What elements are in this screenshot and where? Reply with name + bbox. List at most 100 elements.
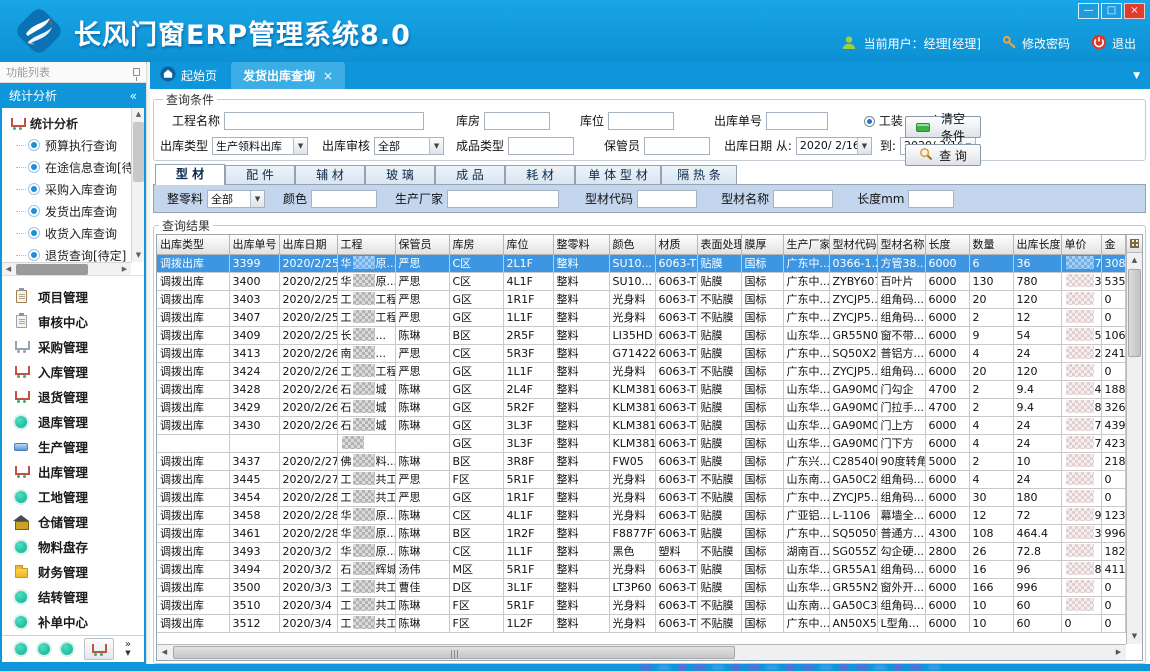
table-row[interactable]: 调拨出库34302020/2/26石城陈琳G区3L3F整料KLM38176063… xyxy=(157,416,1125,434)
table-row[interactable]: 调拨出库34072020/2/25工工程严思G区1L1F整料光身料6063-T5… xyxy=(157,308,1125,326)
sidebar-item-生产管理[interactable]: 生产管理 xyxy=(2,434,144,459)
tree-item[interactable]: 预算执行查询 xyxy=(2,134,131,156)
scroll-up-icon[interactable]: ▲ xyxy=(1127,253,1142,268)
column-header-库位[interactable]: 库位 xyxy=(503,235,553,254)
tree-item[interactable]: 退货查询[待定] xyxy=(2,244,131,262)
table-row[interactable]: 调拨出库34932020/3/2华原...陈琳C区1L1F整料黑色塑料不贴膜国标… xyxy=(157,542,1125,560)
bottom-teal-circle-icon[interactable] xyxy=(61,643,73,655)
sidebar-item-采购管理[interactable]: 采购管理 xyxy=(2,334,144,359)
table-row[interactable]: 调拨出库34242020/2/26工工程严思G区1L1F整料光身料6063-T5… xyxy=(157,362,1125,380)
table-row[interactable]: 调拨出库35002020/3/3工共工程曹佳D区3L1F整料LT3P606063… xyxy=(157,578,1125,596)
column-header-整零料[interactable]: 整零料 xyxy=(553,235,609,254)
tab-home[interactable]: 起始页 xyxy=(150,62,231,89)
sidebar-item-补单中心[interactable]: 补单中心 xyxy=(2,609,144,634)
sidebar-item-物料盘存[interactable]: 物料盘存 xyxy=(2,534,144,559)
column-header-型材名称[interactable]: 型材名称 xyxy=(877,235,925,254)
sidebar-item-工地管理[interactable]: 工地管理 xyxy=(2,484,144,509)
table-row[interactable]: 调拨出库34582020/2/28华原...陈琳C区4L1F整料光身料6063-… xyxy=(157,506,1125,524)
material-tab-辅材[interactable]: 辅 材 xyxy=(295,165,365,185)
table-row[interactable]: G区3L3F整料KLM38176063-T5贴膜国标山东华...GA90M09.… xyxy=(157,434,1125,452)
sidebar-item-退货管理[interactable]: 退货管理 xyxy=(2,384,144,409)
column-header-出库日期[interactable]: 出库日期 xyxy=(279,235,337,254)
material-tab-隔热条[interactable]: 隔 热 条 xyxy=(661,165,737,185)
out-type-select[interactable]: 生产领料出库 ▼ xyxy=(212,137,308,155)
clear-conditions-button[interactable]: 清空条件 xyxy=(905,116,981,138)
length-input[interactable] xyxy=(908,190,954,208)
tree-root-statistics[interactable]: 统计分析 xyxy=(2,112,131,134)
column-header-金[interactable]: 金 xyxy=(1101,235,1125,254)
scroll-down-icon[interactable]: ▼ xyxy=(132,249,144,262)
column-header-库房[interactable]: 库房 xyxy=(449,235,503,254)
column-header-出库单号[interactable]: 出库单号 xyxy=(229,235,279,254)
profile-name-input[interactable] xyxy=(773,190,833,208)
tab-overflow-icon[interactable]: ▼ xyxy=(1133,62,1150,89)
column-header-数量[interactable]: 数量 xyxy=(969,235,1013,254)
minimize-button[interactable]: — xyxy=(1078,3,1099,19)
table-row[interactable]: 调拨出库34372020/2/27佛料...陈琳B区3R8F整料FW056063… xyxy=(157,452,1125,470)
color-input[interactable] xyxy=(311,190,377,208)
table-row[interactable]: 调拨出库34132020/2/26南...严思C区5R3F整料G71422606… xyxy=(157,344,1125,362)
sidebar-item-项目管理[interactable]: 项目管理 xyxy=(2,284,144,309)
overflow-chevron[interactable]: »▼ xyxy=(125,641,131,657)
order-no-input[interactable] xyxy=(766,112,828,130)
table-row[interactable]: 调拨出库34542020/2/28工共工程严思G区1R1F整料光身料6063-T… xyxy=(157,488,1125,506)
whole-piece-select[interactable]: 全部 ▼ xyxy=(207,190,265,208)
scroll-right-icon[interactable]: ▶ xyxy=(1111,645,1126,660)
column-customize-button[interactable] xyxy=(1127,235,1142,253)
change-password-button[interactable]: 修改密码 xyxy=(1002,35,1070,53)
radio-industrial[interactable]: 工装 xyxy=(864,112,903,129)
material-tab-单体型材[interactable]: 单 体 型 材 xyxy=(575,165,661,185)
tree-horizontal-scrollbar[interactable]: ◀ ▶ xyxy=(2,262,131,275)
tree-item[interactable]: 收货入库查询 xyxy=(2,222,131,244)
search-button[interactable]: 查 询 xyxy=(905,144,981,166)
profile-code-input[interactable] xyxy=(637,190,697,208)
project-name-input[interactable] xyxy=(224,112,424,130)
column-header-颜色[interactable]: 颜色 xyxy=(609,235,655,254)
material-tab-配件[interactable]: 配 件 xyxy=(225,165,295,185)
table-row[interactable]: 调拨出库33992020/2/25华原...严思C区2L1F整料SU10...6… xyxy=(157,254,1125,272)
column-header-材质[interactable]: 材质 xyxy=(655,235,697,254)
tab-close-icon[interactable]: × xyxy=(323,69,333,83)
product-type-input[interactable] xyxy=(508,137,574,155)
column-header-表面处理[interactable]: 表面处理 xyxy=(697,235,741,254)
grid-horizontal-scrollbar[interactable]: ◀ ▶ xyxy=(157,644,1126,660)
table-row[interactable]: 调拨出库34282020/2/26石城陈琳G区2L4F整料KLM38176063… xyxy=(157,380,1125,398)
table-row[interactable]: 调拨出库35122020/3/4工共工程陈琳F区1L2F整料光身料6063-T5… xyxy=(157,614,1125,632)
tree-vertical-scrollbar[interactable]: ▲ ▼ xyxy=(131,108,144,262)
maker-input[interactable] xyxy=(447,190,559,208)
sidebar-item-出库管理[interactable]: 出库管理 xyxy=(2,459,144,484)
sidebar-item-结转管理[interactable]: 结转管理 xyxy=(2,584,144,609)
bottom-teal-circle-icon[interactable] xyxy=(15,643,27,655)
close-button[interactable]: × xyxy=(1124,3,1145,19)
pin-icon[interactable] xyxy=(133,68,140,76)
table-row[interactable]: 调拨出库34612020/2/28华原...陈琳B区1R2F整料F8877FT6… xyxy=(157,524,1125,542)
sidebar-item-财务管理[interactable]: 财务管理 xyxy=(2,559,144,584)
location-input[interactable] xyxy=(608,112,674,130)
table-row[interactable]: 调拨出库34452020/2/27工共工程严思F区5R1F整料光身料6063-T… xyxy=(157,470,1125,488)
bottom-cart-button[interactable] xyxy=(84,638,114,660)
material-tab-玻璃[interactable]: 玻 璃 xyxy=(365,165,435,185)
column-header-生产厂家[interactable]: 生产厂家 xyxy=(783,235,829,254)
table-row[interactable]: 调拨出库34942020/3/2石辉城汤伟M区5R1F整料光身料6063-T5贴… xyxy=(157,560,1125,578)
tree-item[interactable]: 发货出库查询 xyxy=(2,200,131,222)
column-header-长度[interactable]: 长度 xyxy=(925,235,969,254)
column-header-膜厚[interactable]: 膜厚 xyxy=(741,235,783,254)
horizontal-scroll-thumb[interactable] xyxy=(173,646,735,659)
material-tab-型材[interactable]: 型 材 xyxy=(155,164,225,185)
tab-shipment-outbound-query[interactable]: 发货出库查询 × xyxy=(231,62,345,89)
column-header-出库长度[interactable]: 出库长度 xyxy=(1013,235,1061,254)
scroll-up-icon[interactable]: ▲ xyxy=(132,108,144,121)
sidebar-item-退库管理[interactable]: 退库管理 xyxy=(2,409,144,434)
column-header-出库类型[interactable]: 出库类型 xyxy=(157,235,229,254)
table-row[interactable]: 调拨出库35102020/3/4工共工程陈琳F区5R1F整料光身料6063-T5… xyxy=(157,596,1125,614)
material-tab-成品[interactable]: 成 品 xyxy=(435,165,505,185)
table-row[interactable]: 调拨出库34002020/2/25华原...严思C区4L1F整料SU10...6… xyxy=(157,272,1125,290)
tree-item[interactable]: 在途信息查询[待 xyxy=(2,156,131,178)
date-from-picker[interactable]: 2020/ 2/16 ▼ xyxy=(796,137,872,155)
scroll-down-icon[interactable]: ▼ xyxy=(1127,629,1142,644)
column-header-保管员[interactable]: 保管员 xyxy=(395,235,449,254)
column-header-单价[interactable]: 单价 xyxy=(1061,235,1101,254)
material-tab-耗材[interactable]: 耗 材 xyxy=(505,165,575,185)
logout-button[interactable]: 退出 xyxy=(1091,34,1136,53)
sidebar-item-入库管理[interactable]: 入库管理 xyxy=(2,359,144,384)
